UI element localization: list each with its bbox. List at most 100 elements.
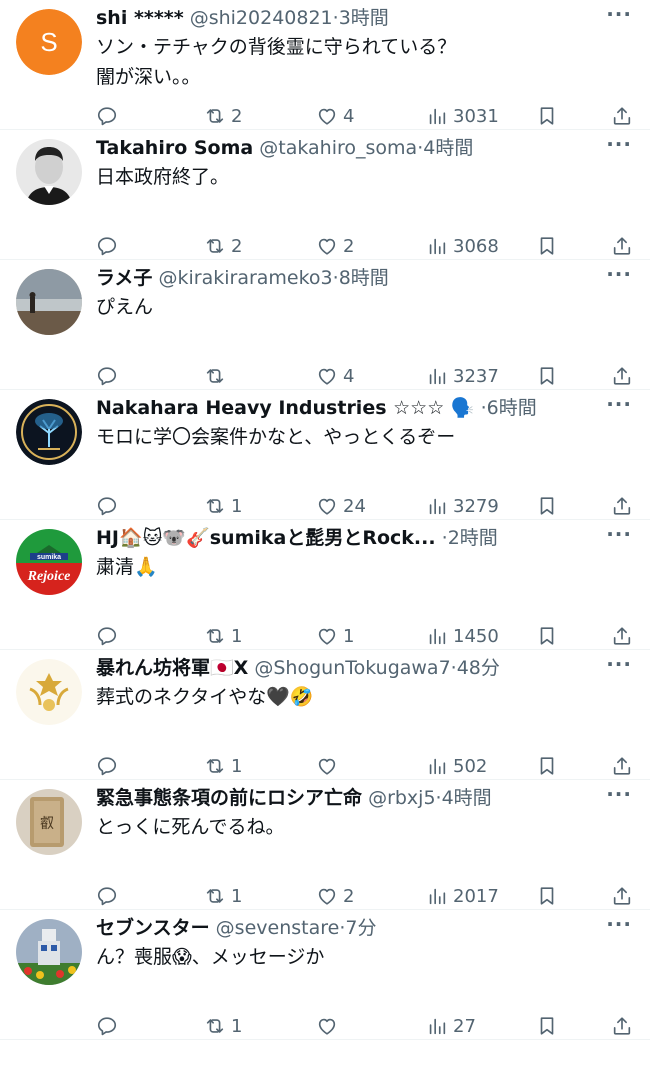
views-button[interactable]: 3068 xyxy=(426,234,499,258)
more-icon[interactable]: ··· xyxy=(606,132,632,156)
author-name[interactable]: shi ***** xyxy=(96,7,184,29)
reply-tweet-2[interactable]: Takahiro Soma @takahiro_soma·4時間 ··· 日本政… xyxy=(0,130,650,260)
bookmark-button[interactable] xyxy=(536,754,558,778)
reply-button[interactable] xyxy=(96,624,123,648)
like-button[interactable]: 2 xyxy=(316,234,354,258)
like-button[interactable] xyxy=(316,754,343,778)
reply-tweet-8[interactable]: セブンスター @sevenstare·7分 ··· ん？喪服😱、メッセージか 1… xyxy=(0,910,650,1040)
retweet-button[interactable]: 1 xyxy=(204,494,242,518)
author-name[interactable]: 暴れん坊将軍🇯🇵X xyxy=(96,657,248,679)
timestamp[interactable]: 2時間 xyxy=(448,527,498,549)
reply-button[interactable] xyxy=(96,754,123,778)
reply-tweet-1[interactable]: S shi ***** @shi20240821·3時間 ··· ソン・テチャク… xyxy=(0,0,650,130)
retweet-button[interactable] xyxy=(204,364,231,388)
reply-tweet-3[interactable]: ラメ子 @kirakirarameko3·8時間 ··· ぴえん 4 3237 xyxy=(0,260,650,390)
share-button[interactable] xyxy=(611,754,633,778)
timestamp[interactable]: 6時間 xyxy=(487,397,537,419)
retweet-button[interactable]: 1 xyxy=(204,1014,242,1038)
views-button[interactable]: 3237 xyxy=(426,364,499,388)
retweet-button[interactable]: 2 xyxy=(204,234,242,258)
views-button[interactable]: 27 xyxy=(426,1014,476,1038)
like-button[interactable]: 4 xyxy=(316,364,354,388)
reply-button[interactable] xyxy=(96,104,123,128)
action-bar: 1 1 1450 xyxy=(96,624,641,648)
retweet-button[interactable]: 1 xyxy=(204,624,242,648)
like-button[interactable]: 24 xyxy=(316,494,366,518)
reply-button[interactable] xyxy=(96,494,123,518)
views-button[interactable]: 3279 xyxy=(426,494,499,518)
author-name[interactable]: ラメ子 xyxy=(96,267,152,289)
avatar-portrait-bw[interactable] xyxy=(16,139,82,205)
author-handle[interactable]: @shi20240821 xyxy=(190,7,333,29)
avatar-beach-silhouette[interactable] xyxy=(16,269,82,335)
share-button[interactable] xyxy=(611,234,633,258)
reply-button[interactable] xyxy=(96,884,123,908)
bookmark-button[interactable] xyxy=(536,104,558,128)
bookmark-button[interactable] xyxy=(536,364,558,388)
reply-tweet-7[interactable]: 叡 緊急事態条項の前にロシア亡命 @rbxj5·4時間 ··· とっくに死んでる… xyxy=(0,780,650,910)
share-button[interactable] xyxy=(611,624,633,648)
reply-tweet-5[interactable]: sumika Rejoice HJ🏠🐱🐨🎸sumikaと髭男とRock... ·2… xyxy=(0,520,650,650)
like-button[interactable]: 2 xyxy=(316,884,354,908)
share-button[interactable] xyxy=(611,104,633,128)
avatar-s-orange[interactable]: S xyxy=(16,9,82,75)
like-button[interactable]: 1 xyxy=(316,624,354,648)
timestamp[interactable]: 4時間 xyxy=(423,137,473,159)
share-button[interactable] xyxy=(611,884,633,908)
more-icon[interactable]: ··· xyxy=(606,262,632,286)
timestamp[interactable]: 3時間 xyxy=(339,7,389,29)
more-icon[interactable]: ··· xyxy=(606,782,632,806)
bookmark-button[interactable] xyxy=(536,884,558,908)
avatar-wood-tablet[interactable]: 叡 xyxy=(16,789,82,855)
bookmark-button[interactable] xyxy=(536,494,558,518)
timestamp[interactable]: 48分 xyxy=(457,657,500,679)
action-bar: 1 2 2017 xyxy=(96,884,641,908)
svg-text:sumika: sumika xyxy=(37,554,61,561)
reply-button[interactable] xyxy=(96,364,123,388)
retweet-button[interactable]: 1 xyxy=(204,884,242,908)
more-icon[interactable]: ··· xyxy=(606,392,632,416)
author-handle[interactable]: @takahiro_soma xyxy=(259,137,417,159)
action-bar: 2 4 3031 xyxy=(96,104,641,128)
reply-button[interactable] xyxy=(96,1014,123,1038)
avatar-robot-statue[interactable] xyxy=(16,919,82,985)
more-icon[interactable]: ··· xyxy=(606,912,632,936)
like-button[interactable]: 4 xyxy=(316,104,354,128)
avatar-gold-crest[interactable] xyxy=(16,659,82,725)
reply-button[interactable] xyxy=(96,234,123,258)
author-name[interactable]: 緊急事態条項の前にロシア亡命 xyxy=(96,787,362,809)
views-icon xyxy=(429,108,446,125)
author-name[interactable]: HJ🏠🐱🐨🎸sumikaと髭男とRock... xyxy=(96,527,436,549)
views-button[interactable]: 3031 xyxy=(426,104,499,128)
author-handle[interactable]: @sevenstare xyxy=(216,917,340,939)
views-button[interactable]: 2017 xyxy=(426,884,499,908)
share-button[interactable] xyxy=(611,494,633,518)
timestamp[interactable]: 7分 xyxy=(345,917,376,939)
more-icon[interactable]: ··· xyxy=(606,2,632,26)
author-handle[interactable]: @kirakirarameko3 xyxy=(158,267,332,289)
bookmark-icon xyxy=(540,237,554,255)
views-button[interactable]: 502 xyxy=(426,754,487,778)
bookmark-button[interactable] xyxy=(536,624,558,648)
bookmark-button[interactable] xyxy=(536,1014,558,1038)
author-handle[interactable]: @ShogunTokugawa7 xyxy=(254,657,450,679)
like-button[interactable] xyxy=(316,1014,343,1038)
author-name[interactable]: Takahiro Soma xyxy=(96,137,253,159)
retweet-button[interactable]: 1 xyxy=(204,754,242,778)
share-button[interactable] xyxy=(611,364,633,388)
reply-tweet-6[interactable]: 暴れん坊将軍🇯🇵X @ShogunTokugawa7·48分 ··· 葬式のネク… xyxy=(0,650,650,780)
retweet-button[interactable]: 2 xyxy=(204,104,242,128)
author-name[interactable]: Nakahara Heavy Industries ☆☆☆ 🗣️ xyxy=(96,397,475,419)
avatar-sumika-rejoice[interactable]: sumika Rejoice xyxy=(16,529,82,595)
views-button[interactable]: 1450 xyxy=(426,624,499,648)
timestamp[interactable]: 4時間 xyxy=(442,787,492,809)
timestamp[interactable]: 8時間 xyxy=(339,267,389,289)
more-icon[interactable]: ··· xyxy=(606,652,632,676)
avatar-tree-of-life[interactable] xyxy=(16,399,82,465)
share-button[interactable] xyxy=(611,1014,633,1038)
more-icon[interactable]: ··· xyxy=(606,522,632,546)
reply-tweet-4[interactable]: Nakahara Heavy Industries ☆☆☆ 🗣️ ·6時間 ··… xyxy=(0,390,650,520)
author-name[interactable]: セブンスター xyxy=(96,917,210,939)
bookmark-button[interactable] xyxy=(536,234,558,258)
author-handle[interactable]: @rbxj5 xyxy=(368,787,435,809)
